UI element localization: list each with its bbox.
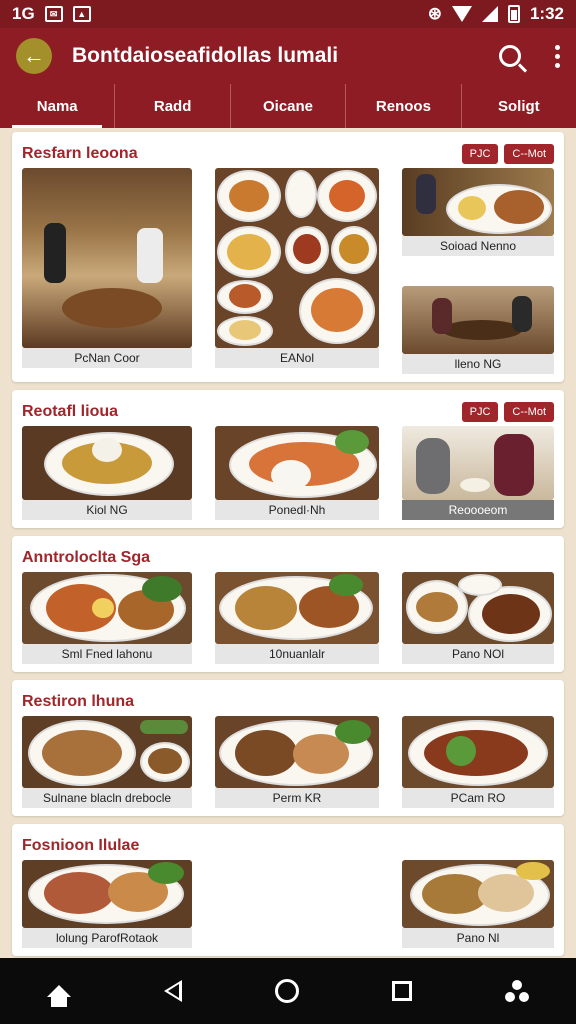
dish-photo xyxy=(22,426,192,500)
section-title: Fosnioon Ilulae xyxy=(22,837,140,854)
wifi-icon xyxy=(451,6,472,22)
back-arrow-icon: ← xyxy=(23,43,45,68)
restaurant-name: PCam RO xyxy=(402,788,554,808)
restaurant-name: PcNan Coor xyxy=(22,348,192,368)
restaurant-tile[interactable]: Pano Nl xyxy=(402,860,554,948)
section-badge[interactable]: PJC xyxy=(461,144,499,164)
tab-oicane[interactable]: Oicane xyxy=(231,84,347,128)
dish-photo xyxy=(402,716,554,788)
restaurant-name: lleno NG xyxy=(402,354,554,374)
alarm-icon: ⊛ xyxy=(427,4,442,23)
restaurant-tile[interactable]: Reoooeom xyxy=(402,426,554,520)
section-title: Anntroloclta Sga xyxy=(22,549,151,566)
dish-photo xyxy=(402,860,554,928)
more-options-icon[interactable] xyxy=(555,44,560,68)
page-title: Bontdaioseafidollas lumali xyxy=(72,44,339,67)
section-card: Resfarn leoona PJC C--Mot PcNan Coor EAN… xyxy=(12,132,564,382)
signal-icon xyxy=(481,6,498,22)
section-card: Restiron lhuna Sulnane blacln drebocle P… xyxy=(12,680,564,816)
restaurant-name: Pano NOl xyxy=(402,644,554,664)
notification-icon: ✉ xyxy=(44,6,63,22)
restaurant-tile[interactable]: PCam RO xyxy=(402,716,554,808)
restaurant-name: Sml Fned lahonu xyxy=(22,644,192,664)
restaurant-tile[interactable]: 10nuanlalr xyxy=(215,572,379,664)
dish-photo xyxy=(22,716,192,788)
tab-renoos[interactable]: Renoos xyxy=(346,84,462,128)
restaurant-name: Kiol NG xyxy=(22,500,192,520)
restaurant-tile[interactable]: Kiol NG xyxy=(22,426,192,520)
restaurant-tile[interactable]: Pano NOl xyxy=(402,572,554,664)
diners-photo xyxy=(402,426,554,500)
restaurant-name: 10nuanlalr xyxy=(215,644,379,664)
restaurant-list[interactable]: Resfarn leoona PJC C--Mot PcNan Coor EAN… xyxy=(0,128,576,958)
restaurant-interior-photo xyxy=(22,168,192,348)
home-icon[interactable] xyxy=(46,985,71,1007)
section-title: Restiron lhuna xyxy=(22,693,135,710)
section-card: Fosnioon Ilulae lolung ParofRotaok Pano … xyxy=(12,824,564,956)
app-bar: ← Bontdaioseafidollas lumali xyxy=(0,28,576,84)
search-icon[interactable] xyxy=(499,45,521,67)
tab-bar: Nama Radd Oicane Renoos Soligt xyxy=(0,84,576,128)
tab-radd[interactable]: Radd xyxy=(115,84,231,128)
network-label: 1G xyxy=(12,4,35,23)
restaurant-tile[interactable]: PcNan Coor xyxy=(22,168,192,374)
diners-photo xyxy=(402,168,554,236)
section-title: Reotafl lioua xyxy=(22,403,119,420)
dish-photo xyxy=(215,572,379,644)
dishes-collage-photo xyxy=(215,168,379,348)
section-title: Resfarn leoona xyxy=(22,145,138,162)
diners-photo xyxy=(402,286,554,354)
accessibility-icon[interactable] xyxy=(505,980,530,1002)
back-button[interactable]: ← xyxy=(16,38,52,74)
section-card: Anntroloclta Sga Sml Fned lahonu 10nuanl… xyxy=(12,536,564,672)
restaurant-tile[interactable]: Perm KR xyxy=(215,716,379,808)
restaurant-tile[interactable]: Sml Fned lahonu xyxy=(22,572,192,664)
restaurant-tile[interactable]: Sulnane blacln drebocle xyxy=(22,716,192,808)
clock: 1:32 xyxy=(529,4,564,23)
status-bar: 1G ✉ ▲ ⊛ 1:32 xyxy=(0,0,576,28)
recents-icon[interactable] xyxy=(392,981,413,1001)
image-notification-icon: ▲ xyxy=(72,6,91,22)
restaurant-name: Reoooeom xyxy=(402,500,554,520)
dish-photo xyxy=(22,572,192,644)
battery-icon xyxy=(507,5,520,23)
tab-soligt[interactable]: Soligt xyxy=(462,84,576,128)
restaurant-name: Pano Nl xyxy=(402,928,554,948)
dish-photo xyxy=(215,716,379,788)
restaurant-name: lolung ParofRotaok xyxy=(22,928,192,948)
restaurant-name: Ponedl·Nh xyxy=(215,500,379,520)
restaurant-tile[interactable]: lolung ParofRotaok xyxy=(22,860,192,948)
dish-photo xyxy=(402,572,554,644)
restaurant-tile[interactable]: Soioad Nenno xyxy=(402,168,554,256)
dish-photo xyxy=(22,860,192,928)
dish-photo xyxy=(215,426,379,500)
tab-nama[interactable]: Nama xyxy=(0,84,116,128)
restaurant-tile[interactable]: lleno NG xyxy=(402,286,554,374)
restaurant-name: Soioad Nenno xyxy=(402,236,554,256)
section-card: Reotafl lioua PJC C--Mot Kiol NG Ponedl·… xyxy=(12,390,564,528)
section-badge[interactable]: C--Mot xyxy=(504,402,554,422)
restaurant-name: EANol xyxy=(215,348,379,368)
section-badge[interactable]: PJC xyxy=(461,402,499,422)
section-badge[interactable]: C--Mot xyxy=(504,144,554,164)
restaurant-tile[interactable]: EANol xyxy=(215,168,379,374)
restaurant-name: Sulnane blacln drebocle xyxy=(22,788,192,808)
home-circle-icon[interactable] xyxy=(274,979,299,1003)
back-icon[interactable] xyxy=(163,980,182,1002)
system-nav-bar xyxy=(0,958,576,1024)
restaurant-tile[interactable]: Ponedl·Nh xyxy=(215,426,379,520)
restaurant-name: Perm KR xyxy=(215,788,379,808)
